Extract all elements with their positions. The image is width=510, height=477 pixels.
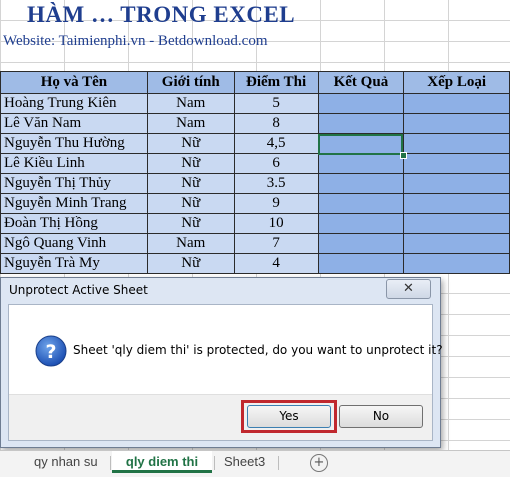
add-sheet-button[interactable]: +: [310, 454, 328, 472]
cell-gender[interactable]: Nữ: [146, 193, 235, 214]
cell-rank[interactable]: [403, 213, 510, 234]
cell-score[interactable]: 7: [233, 233, 319, 254]
table-row: Lê Kiều Linh Nữ 6: [0, 153, 510, 174]
sheet-tab-qy-nhan-su[interactable]: qy nhan su: [34, 451, 98, 473]
cell-score[interactable]: 3.5: [233, 173, 319, 194]
cell-result[interactable]: [317, 193, 405, 214]
cell-gender[interactable]: Nam: [146, 113, 235, 134]
cell-name[interactable]: Hoàng Trung Kiên: [0, 93, 148, 114]
svg-text:?: ?: [45, 341, 56, 363]
score-table: Họ và Tên Giới tính Điểm Thi Kết Quả Xếp…: [0, 71, 510, 274]
header-gioi-tinh[interactable]: Giới tính: [146, 71, 235, 94]
cell-gender[interactable]: Nữ: [146, 173, 235, 194]
header-diem-thi[interactable]: Điểm Thi: [233, 71, 319, 94]
header-ho-ten[interactable]: Họ và Tên: [0, 71, 148, 94]
table-row: Đoàn Thị Hồng Nữ 10: [0, 213, 510, 234]
sheet-tab-sheet3[interactable]: Sheet3: [224, 451, 265, 473]
cell-result[interactable]: [317, 173, 405, 194]
cell-name[interactable]: Ngô Quang Vinh: [0, 233, 148, 254]
cell-name[interactable]: Lê Kiều Linh: [0, 153, 148, 174]
cell-gender[interactable]: Nam: [146, 233, 235, 254]
dialog-footer: Yes No: [9, 394, 432, 440]
table-row: Nguyễn Thị Thủy Nữ 3.5: [0, 173, 510, 194]
cell-rank[interactable]: [403, 153, 510, 174]
cell-name[interactable]: Lê Văn Nam: [0, 113, 148, 134]
cell-rank[interactable]: [403, 173, 510, 194]
cell-score[interactable]: 5: [233, 93, 319, 114]
cell-rank[interactable]: [403, 193, 510, 214]
cell-result[interactable]: [317, 93, 405, 114]
sheet-title: HÀM … TRONG EXCEL: [27, 2, 296, 27]
cell-rank[interactable]: [403, 93, 510, 114]
cell-score[interactable]: 10: [233, 213, 319, 234]
cell-gender[interactable]: Nữ: [146, 133, 235, 154]
cell-gender[interactable]: Nam: [146, 93, 235, 114]
tab-divider: [278, 456, 279, 470]
no-button[interactable]: No: [339, 405, 423, 428]
sheet-tab-bar: qy nhan su qly diem thi Sheet3 +: [0, 450, 510, 477]
cell-result[interactable]: [317, 233, 405, 254]
table-row: Hoàng Trung Kiên Nam 5: [0, 93, 510, 114]
cell-name[interactable]: Đoàn Thị Hồng: [0, 213, 148, 234]
cell-gender[interactable]: Nữ: [146, 213, 235, 234]
cell-name[interactable]: Nguyễn Thị Thủy: [0, 173, 148, 194]
header-xep-loai[interactable]: Xếp Loại: [403, 71, 510, 94]
table-row: Nguyễn Trà My Nữ 4: [0, 253, 510, 274]
dialog-title: Unprotect Active Sheet: [9, 283, 148, 297]
cell-gender[interactable]: Nữ: [146, 253, 235, 274]
unprotect-dialog: Unprotect Active Sheet ✕ ? Sheet 'qly di…: [0, 277, 443, 448]
table-row: Ngô Quang Vinh Nam 7: [0, 233, 510, 254]
selected-cell-outline[interactable]: [318, 134, 403, 155]
table-row: Nguyễn Minh Trang Nữ 9: [0, 193, 510, 214]
header-ket-qua[interactable]: Kết Quả: [317, 71, 405, 94]
cell-score[interactable]: 4: [233, 253, 319, 274]
cell-result[interactable]: [317, 213, 405, 234]
cell-result[interactable]: [317, 153, 405, 174]
dialog-message: Sheet 'qly diem thi' is protected, do yo…: [73, 343, 443, 357]
yes-button-highlight: [241, 400, 337, 433]
cell-rank[interactable]: [403, 253, 510, 274]
fill-handle[interactable]: [400, 152, 407, 159]
cell-score[interactable]: 8: [233, 113, 319, 134]
cell-score[interactable]: 4,5: [233, 133, 319, 154]
table-row: Nguyễn Thu Hường Nữ 4,5: [0, 133, 510, 154]
tab-divider: [214, 456, 215, 470]
table-row: Lê Văn Nam Nam 8: [0, 113, 510, 134]
cell-name[interactable]: Nguyễn Trà My: [0, 253, 148, 274]
tab-divider: [110, 456, 111, 470]
cell-rank[interactable]: [403, 233, 510, 254]
cell-result[interactable]: [317, 113, 405, 134]
website-text: Website: Taimienphi.vn - Betdownload.com: [3, 33, 268, 49]
cell-rank[interactable]: [403, 133, 510, 154]
dialog-close-button[interactable]: ✕: [386, 279, 431, 299]
dialog-body: ? Sheet 'qly diem thi' is protected, do …: [8, 304, 443, 441]
cell-gender[interactable]: Nữ: [146, 153, 235, 174]
cell-name[interactable]: Nguyễn Thu Hường: [0, 133, 148, 154]
cell-result[interactable]: [317, 253, 405, 274]
cell-score[interactable]: 6: [233, 153, 319, 174]
cell-name[interactable]: Nguyễn Minh Trang: [0, 193, 148, 214]
table-header-row: Họ và Tên Giới tính Điểm Thi Kết Quả Xếp…: [0, 71, 510, 94]
cell-rank[interactable]: [403, 113, 510, 134]
sheet-tab-qly-diem-thi[interactable]: qly diem thi: [112, 451, 212, 473]
cell-score[interactable]: 9: [233, 193, 319, 214]
question-icon: ?: [35, 335, 67, 367]
